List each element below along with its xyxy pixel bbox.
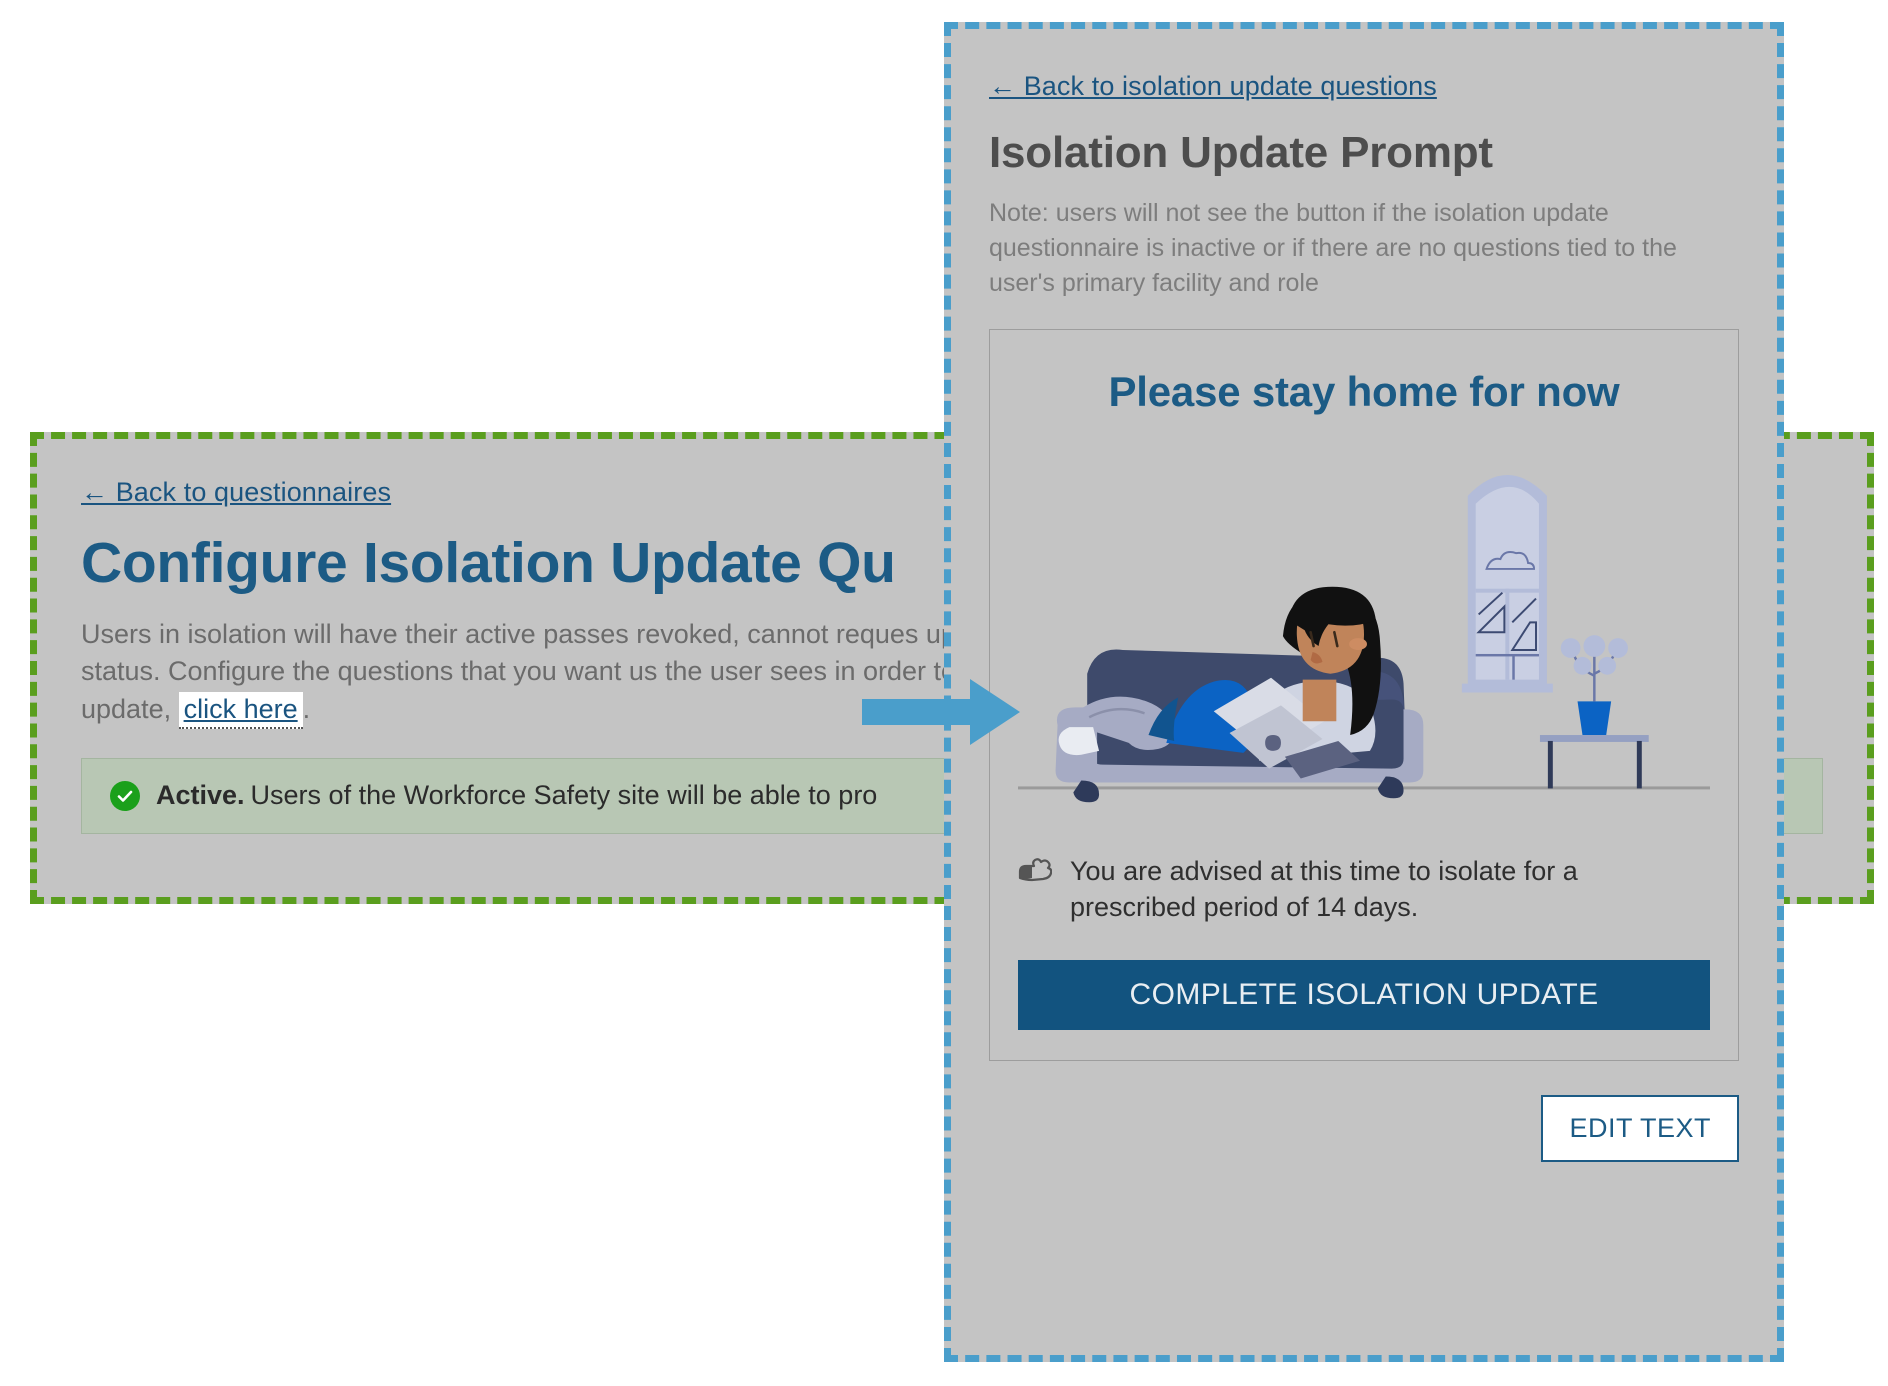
edit-text-row: EDIT TEXT	[951, 1061, 1777, 1162]
person-reading-on-couch-illustration	[1018, 434, 1710, 824]
preview-heading: Please stay home for now	[1108, 368, 1620, 415]
prompt-title: Isolation Update Prompt	[989, 128, 1493, 177]
status-badge: Active.	[156, 780, 245, 811]
advice-text: You are advised at this time to isolate …	[1070, 856, 1578, 922]
flow-arrow-icon	[862, 679, 1020, 745]
click-here-link[interactable]: click here	[178, 691, 303, 729]
isolation-update-prompt-panel: ← Back to isolation update questions Iso…	[944, 22, 1784, 1362]
check-circle-icon	[110, 780, 140, 811]
prompt-note: Note: users will not see the button if t…	[989, 199, 1677, 297]
description-text-part-2: .	[302, 693, 311, 724]
prompt-preview-card: Please stay home for now You are advised…	[989, 329, 1739, 1061]
complete-isolation-update-button[interactable]: COMPLETE ISOLATION UPDATE	[1018, 959, 1710, 1030]
back-to-questionnaires-link[interactable]: ← Back to questionnaires	[81, 477, 391, 507]
back-to-isolation-update-questions-link[interactable]: ← Back to isolation update questions	[989, 71, 1437, 101]
right-panel-content: ← Back to isolation update questions Iso…	[951, 29, 1777, 1061]
status-banner-text: Users of the Workforce Safety site will …	[250, 780, 878, 811]
pointing-hand-icon	[1018, 858, 1053, 896]
advice-row: You are advised at this time to isolate …	[1018, 854, 1710, 926]
edit-text-button[interactable]: EDIT TEXT	[1541, 1094, 1739, 1162]
